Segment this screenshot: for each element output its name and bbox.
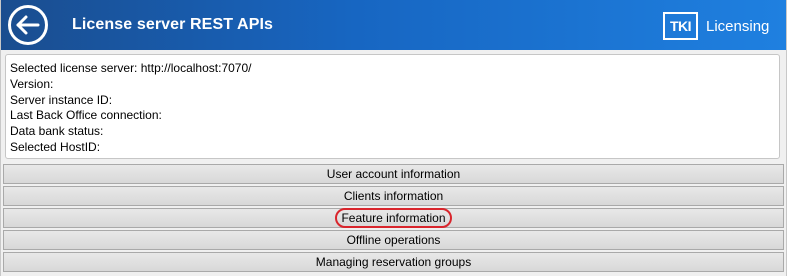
server-info-panel: Selected license server: http://localhos… <box>5 54 780 159</box>
feature-info-label: Feature information <box>335 208 452 228</box>
offline-operations-label: Offline operations <box>346 233 441 247</box>
tki-logo-text: TKI <box>669 18 692 34</box>
header-bar: License server REST APIs TKI Licensing <box>1 0 786 50</box>
brand-label: Licensing <box>706 17 770 35</box>
last-back-office-line: Last Back Office connection: <box>10 108 162 123</box>
clients-info-button[interactable]: Clients information <box>3 186 784 206</box>
selected-hostid-line: Selected HostID: <box>10 139 101 154</box>
data-bank-status-line: Data bank status: <box>10 124 104 139</box>
selected-server-line: Selected license server: http://localhos… <box>10 61 252 75</box>
page-title: License server REST APIs <box>72 16 274 33</box>
brand: TKI Licensing <box>663 10 769 42</box>
tki-logo: TKI <box>663 12 698 40</box>
back-button[interactable] <box>7 4 49 46</box>
server-instance-id-line: Server instance ID: <box>10 92 113 107</box>
feature-info-button[interactable]: Feature information <box>3 208 784 228</box>
offline-operations-button[interactable]: Offline operations <box>3 230 784 250</box>
feature-info-text: Feature information <box>341 211 446 225</box>
reservation-groups-label: Managing reservation groups <box>315 255 472 269</box>
version-line: Version: <box>10 76 54 91</box>
clients-info-label: Clients information <box>343 189 444 203</box>
app-window: License server REST APIs TKI Licensing S… <box>0 0 787 276</box>
back-arrow-icon <box>8 5 48 45</box>
reservation-groups-button[interactable]: Managing reservation groups <box>3 252 784 272</box>
user-account-info-button[interactable]: User account information <box>3 164 784 184</box>
user-account-info-label: User account information <box>326 167 461 181</box>
